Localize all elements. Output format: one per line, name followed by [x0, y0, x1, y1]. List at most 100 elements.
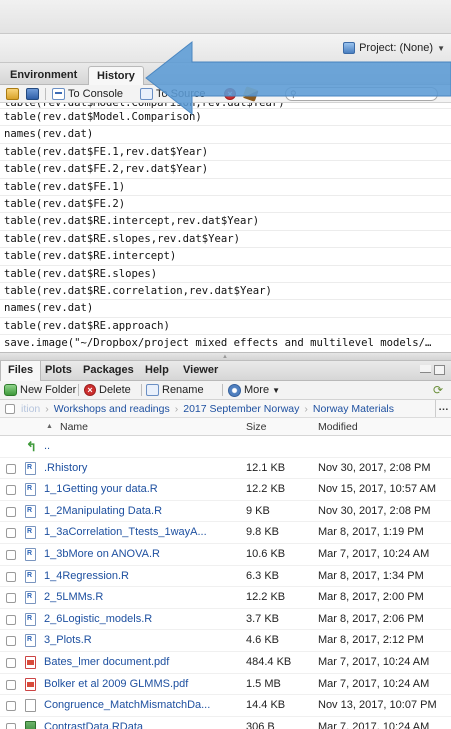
tab-history[interactable]: History	[88, 66, 144, 85]
file-name-link[interactable]: Bates_lmer document.pdf	[44, 656, 240, 668]
file-row[interactable]: 1_3aCorrelation_Ttests_1wayA... 9.8 KB Mar…	[0, 522, 451, 544]
file-name-link[interactable]: 1_4Regression.R	[44, 570, 240, 582]
breadcrumb-item[interactable]: 2017 September Norway	[183, 403, 299, 415]
file-checkbox[interactable]	[6, 722, 16, 729]
remove-entry-button[interactable]: ×	[224, 87, 236, 101]
file-row[interactable]: 1_2Manipulating Data.R 9 KB Nov 30, 2017, …	[0, 501, 451, 523]
clear-history-button[interactable]	[242, 86, 259, 102]
tab-plots[interactable]: Plots	[38, 361, 79, 381]
delete-button[interactable]: × Delete	[84, 383, 131, 397]
history-entry[interactable]: table(rev.dat$FE.1)	[0, 179, 451, 196]
history-entry[interactable]: table(rev.dat$RE.approach)	[0, 318, 451, 336]
breadcrumb-item[interactable]: Workshops and readings	[54, 403, 170, 415]
file-row[interactable]: 3_Plots.R 4.6 KB Mar 8, 2017, 2:12 PM	[0, 630, 451, 652]
file-row[interactable]: 1_4Regression.R 6.3 KB Mar 8, 2017, 1:34 P…	[0, 566, 451, 588]
r-file-icon	[25, 461, 36, 475]
to-console-button[interactable]: To Console	[52, 87, 123, 101]
history-entry[interactable]: names(rev.dat)	[0, 300, 451, 318]
more-menu-button[interactable]: More ▼	[228, 383, 280, 397]
minimize-icon[interactable]	[420, 365, 431, 373]
r-file-icon	[25, 612, 36, 626]
breadcrumb-item[interactable]: ition	[21, 403, 40, 415]
parent-directory-link[interactable]: ..	[44, 440, 240, 452]
breadcrumb-more-button[interactable]: …	[435, 400, 451, 417]
file-name-link[interactable]: 1_1Getting your data.R	[44, 483, 240, 495]
file-name-link[interactable]: .Rhistory	[44, 462, 240, 474]
refresh-icon[interactable]: ⟳	[433, 383, 443, 397]
file-checkbox[interactable]	[6, 701, 16, 712]
history-entry[interactable]: table(rev.dat$FE.2,rev.dat$Year)	[0, 161, 451, 179]
history-entry[interactable]: names(rev.dat)	[0, 126, 451, 144]
maximize-icon[interactable]	[434, 365, 445, 375]
tab-packages[interactable]: Packages	[76, 361, 141, 381]
file-row[interactable]: ContrastData.RData 306 B Mar 7, 2017, 10:2…	[0, 717, 451, 729]
history-entry[interactable]: table(rev.dat$RE.slopes)	[0, 266, 451, 283]
parent-directory-row[interactable]: ↰ ..	[0, 436, 451, 458]
column-size-header[interactable]: Size	[246, 421, 266, 433]
history-entry[interactable]: table(rev.dat$FE.2)	[0, 196, 451, 214]
r-file-icon	[25, 504, 36, 518]
select-all-checkbox[interactable]	[5, 403, 15, 414]
file-checkbox[interactable]	[6, 549, 16, 560]
column-modified-header[interactable]: Modified	[318, 421, 358, 433]
new-folder-button[interactable]: New Folder	[4, 383, 76, 397]
file-name-link[interactable]: 2_5LMMs.R	[44, 591, 240, 603]
file-modified: Nov 15, 2017, 10:57 AM	[318, 483, 437, 496]
chevron-down-icon: ▼	[272, 385, 280, 395]
remove-icon: ×	[224, 88, 236, 100]
file-row[interactable]: Bates_lmer document.pdf 484.4 KB Mar 7, 20…	[0, 652, 451, 674]
file-name-link[interactable]: Bolker et al 2009 GLMMS.pdf	[44, 678, 240, 690]
file-checkbox[interactable]	[6, 636, 16, 647]
file-checkbox[interactable]	[6, 463, 16, 474]
file-row[interactable]: 1_1Getting your data.R 12.2 KB Nov 15, 201…	[0, 479, 451, 501]
history-entry[interactable]: table(rev.dat$RE.intercept,rev.dat$Year)	[0, 213, 451, 231]
file-checkbox[interactable]	[6, 506, 16, 517]
file-name-link[interactable]: 1_2Manipulating Data.R	[44, 505, 240, 517]
column-name-header[interactable]: Name	[60, 421, 88, 433]
file-name-link[interactable]: 3_Plots.R	[44, 634, 240, 646]
pane-splitter[interactable]: ▲	[0, 352, 451, 361]
file-checkbox[interactable]	[6, 593, 16, 604]
file-modified: Mar 8, 2017, 1:34 PM	[318, 569, 424, 582]
history-entry[interactable]: save.image("~/Dropbox/project mixed effe…	[0, 335, 451, 351]
file-name-link[interactable]: 1_3bMore on ANOVA.R	[44, 548, 240, 560]
to-source-button[interactable]: To Source	[140, 87, 206, 101]
file-checkbox[interactable]	[6, 571, 16, 582]
tab-environment[interactable]: Environment	[2, 66, 85, 85]
file-checkbox[interactable]	[6, 528, 16, 539]
file-name-link[interactable]: ContrastData.RData	[44, 721, 240, 729]
file-checkbox[interactable]	[6, 614, 16, 625]
file-row[interactable]: 2_5LMMs.R 12.2 KB Mar 8, 2017, 2:00 PM	[0, 587, 451, 609]
upper-tab-bar: Environment History	[0, 63, 451, 85]
file-row[interactable]: 2_6Logistic_models.R 3.7 KB Mar 8, 2017, 2…	[0, 609, 451, 631]
history-list[interactable]: table(rev.dat$Model.Comparison,rev.dat$Y…	[0, 103, 451, 351]
save-history-button[interactable]	[26, 87, 39, 101]
tab-help[interactable]: Help	[138, 361, 176, 381]
project-menu[interactable]: Project: (None) ▼	[343, 40, 445, 56]
file-checkbox[interactable]	[6, 679, 16, 690]
file-size: 10.6 KB	[246, 547, 286, 560]
history-search-input[interactable]: ⚲	[285, 87, 438, 101]
file-row[interactable]: Bolker et al 2009 GLMMS.pdf 1.5 MB Mar 7, …	[0, 674, 451, 696]
breadcrumb-separator: ›	[304, 402, 308, 415]
file-name-link[interactable]: 1_3aCorrelation_Ttests_1wayA...	[44, 526, 240, 538]
load-history-button[interactable]	[6, 87, 19, 101]
file-row[interactable]: 1_3bMore on ANOVA.R 10.6 KB Mar 7, 2017, 1…	[0, 544, 451, 566]
tab-viewer[interactable]: Viewer	[176, 361, 225, 381]
breadcrumb-item[interactable]: Norway Materials	[313, 403, 394, 415]
history-entry[interactable]: table(rev.dat$RE.correlation,rev.dat$Yea…	[0, 283, 451, 301]
history-entry[interactable]: table(rev.dat$RE.slopes,rev.dat$Year)	[0, 231, 451, 249]
rename-button[interactable]: Rename	[146, 383, 204, 397]
history-entry[interactable]: table(rev.dat$Model.Comparison)	[0, 109, 451, 127]
file-row[interactable]: Congruence_MatchMismatchDa... 14.4 KB Nov …	[0, 695, 451, 717]
history-entry[interactable]: table(rev.dat$RE.intercept)	[0, 248, 451, 266]
file-checkbox[interactable]	[6, 657, 16, 668]
file-name-link[interactable]: Congruence_MatchMismatchDa...	[44, 699, 240, 711]
tab-files[interactable]: Files	[0, 361, 42, 381]
file-checkbox[interactable]	[6, 485, 16, 496]
file-name-link[interactable]: 2_6Logistic_models.R	[44, 613, 240, 625]
history-entry[interactable]: table(rev.dat$FE.1,rev.dat$Year)	[0, 144, 451, 162]
history-toolbar: To Console To Source × ⚲	[0, 85, 451, 103]
file-modified: Nov 30, 2017, 2:08 PM	[318, 461, 431, 474]
file-row[interactable]: .Rhistory 12.1 KB Nov 30, 2017, 2:08 PM	[0, 458, 451, 480]
